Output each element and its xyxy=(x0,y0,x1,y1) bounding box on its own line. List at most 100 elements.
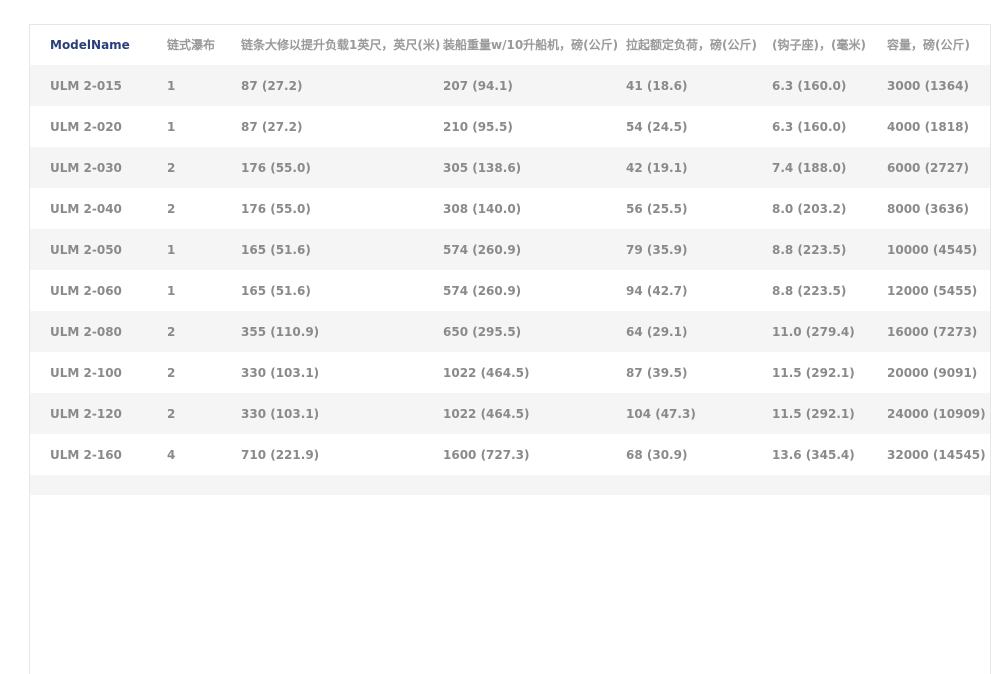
chain-overhaul-cell: 176 (55.0) xyxy=(241,202,311,216)
header-pull-to-lift: 拉起额定负荷，磅(公斤) xyxy=(626,38,757,52)
capacity-cell: 6000 (2727) xyxy=(887,161,969,175)
capacity-cell: 24000 (10909) xyxy=(887,407,986,421)
shipping-weight-cell: 650 (295.5) xyxy=(443,325,522,339)
shipping-weight-cell: 207 (94.1) xyxy=(443,79,513,93)
hook-seat-cell: 8.8 (223.5) xyxy=(772,243,847,257)
header-chain-overhaul: 链条大修以提升负载1英尺，英尺(米) xyxy=(241,38,441,52)
header-hook-seat: (钩子座)，(毫米) xyxy=(772,38,866,52)
shipping-weight-cell: 574 (260.9) xyxy=(443,243,522,257)
chain-falls-cell: 1 xyxy=(167,284,176,298)
table-row: ULM 2-050 1 165 (51.6) 574 (260.9) 79 (35.9)… xyxy=(30,229,990,270)
chain-overhaul-cell: 355 (110.9) xyxy=(241,325,320,339)
chain-falls-cell: 4 xyxy=(167,448,176,462)
chain-falls-cell: 1 xyxy=(167,243,176,257)
table-row: ULM 2-100 2 330 (103.1) 1022 (464.5) 87 (39.… xyxy=(30,352,990,393)
capacity-cell: 20000 (9091) xyxy=(887,366,978,380)
chain-falls-cell: 2 xyxy=(167,407,176,421)
chain-overhaul-cell: 87 (27.2) xyxy=(241,120,303,134)
capacity-cell: 8000 (3636) xyxy=(887,202,969,216)
pull-to-lift-cell: 94 (42.7) xyxy=(626,284,688,298)
specs-table-container: ModelName 链式瀑布 链条大修以提升负载1英尺，英尺(米) 装船重量w/… xyxy=(29,24,991,674)
model-cell xyxy=(30,475,167,495)
header-model-name: ModelName xyxy=(50,38,130,52)
table-body: ULM 2-015 1 87 (27.2) 207 (94.1) 41 (18.6) 6.… xyxy=(30,65,990,495)
capacity-cell: 32000 (14545) xyxy=(887,448,986,462)
shipping-weight-cell: 308 (140.0) xyxy=(443,202,522,216)
chain-overhaul-cell: 330 (103.1) xyxy=(241,366,320,380)
pull-to-lift-cell: 87 (39.5) xyxy=(626,366,688,380)
shipping-weight-cell: 574 (260.9) xyxy=(443,284,522,298)
chain-falls-cell: 2 xyxy=(167,161,176,175)
chain-overhaul-cell: 710 (221.9) xyxy=(241,448,320,462)
model-cell: ULM 2-020 xyxy=(50,120,122,134)
table-row xyxy=(30,475,990,495)
shipping-weight-cell: 1600 (727.3) xyxy=(443,448,530,462)
hook-seat-cell: 11.5 (292.1) xyxy=(772,407,855,421)
header-row: ModelName 链式瀑布 链条大修以提升负载1英尺，英尺(米) 装船重量w/… xyxy=(30,25,990,65)
model-cell: ULM 2-080 xyxy=(50,325,122,339)
pull-to-lift-cell: 68 (30.9) xyxy=(626,448,688,462)
header-chain-falls: 链式瀑布 xyxy=(167,38,216,52)
shipping-weight-cell: 305 (138.6) xyxy=(443,161,522,175)
chain-overhaul-cell: 176 (55.0) xyxy=(241,161,311,175)
hook-seat-cell: 8.0 (203.2) xyxy=(772,202,847,216)
header-capacity: 容量，磅(公斤) xyxy=(887,38,970,52)
pull-to-lift-cell: 64 (29.1) xyxy=(626,325,688,339)
chain-falls-cell: 2 xyxy=(167,366,176,380)
pull-to-lift-cell: 104 (47.3) xyxy=(626,407,696,421)
specs-table: ModelName 链式瀑布 链条大修以提升负载1英尺，英尺(米) 装船重量w/… xyxy=(30,25,990,495)
table-row: ULM 2-015 1 87 (27.2) 207 (94.1) 41 (18.6) 6.… xyxy=(30,65,990,106)
model-cell: ULM 2-160 xyxy=(50,448,122,462)
chain-falls-cell: 1 xyxy=(167,120,176,134)
chain-overhaul-cell: 330 (103.1) xyxy=(241,407,320,421)
capacity-cell: 3000 (1364) xyxy=(887,79,969,93)
capacity-cell: 16000 (7273) xyxy=(887,325,978,339)
pull-to-lift-cell: 42 (19.1) xyxy=(626,161,688,175)
table-row: ULM 2-080 2 355 (110.9) 650 (295.5) 64 (29.1… xyxy=(30,311,990,352)
model-cell: ULM 2-060 xyxy=(50,284,122,298)
hook-seat-cell: 11.0 (279.4) xyxy=(772,325,855,339)
hook-seat-cell: 6.3 (160.0) xyxy=(772,79,847,93)
chain-overhaul-cell: 165 (51.6) xyxy=(241,243,311,257)
model-cell: ULM 2-100 xyxy=(50,366,122,380)
hook-seat-cell: 11.5 (292.1) xyxy=(772,366,855,380)
pull-to-lift-cell: 56 (25.5) xyxy=(626,202,688,216)
pull-to-lift-cell: 54 (24.5) xyxy=(626,120,688,134)
shipping-weight-cell: 210 (95.5) xyxy=(443,120,513,134)
model-cell: ULM 2-120 xyxy=(50,407,122,421)
chain-falls-cell: 2 xyxy=(167,202,176,216)
capacity-cell: 12000 (5455) xyxy=(887,284,978,298)
chain-falls-cell: 1 xyxy=(167,79,176,93)
chain-falls-cell xyxy=(167,475,241,495)
hook-seat-cell: 8.8 (223.5) xyxy=(772,284,847,298)
capacity-cell: 10000 (4545) xyxy=(887,243,978,257)
capacity-cell: 4000 (1818) xyxy=(887,120,969,134)
table-row: ULM 2-040 2 176 (55.0) 308 (140.0) 56 (25.5)… xyxy=(30,188,990,229)
table-row: ULM 2-060 1 165 (51.6) 574 (260.9) 94 (42.7)… xyxy=(30,270,990,311)
hook-seat-cell xyxy=(772,475,887,495)
table-row: ULM 2-020 1 87 (27.2) 210 (95.5) 54 (24.5) 6.… xyxy=(30,106,990,147)
table-header: ModelName 链式瀑布 链条大修以提升负载1英尺，英尺(米) 装船重量w/… xyxy=(30,25,990,65)
table-row: ULM 2-120 2 330 (103.1) 1022 (464.5) 104 (47… xyxy=(30,393,990,434)
capacity-cell xyxy=(887,475,990,495)
pull-to-lift-cell: 41 (18.6) xyxy=(626,79,688,93)
pull-to-lift-cell xyxy=(626,475,772,495)
model-cell: ULM 2-050 xyxy=(50,243,122,257)
shipping-weight-cell: 1022 (464.5) xyxy=(443,407,530,421)
hook-seat-cell: 13.6 (345.4) xyxy=(772,448,855,462)
chain-overhaul-cell: 165 (51.6) xyxy=(241,284,311,298)
shipping-weight-cell xyxy=(443,475,626,495)
table-row: ULM 2-160 4 710 (221.9) 1600 (727.3) 68 (30.… xyxy=(30,434,990,475)
hook-seat-cell: 7.4 (188.0) xyxy=(772,161,847,175)
header-shipping-weight: 装船重量w/10升船机，磅(公斤) xyxy=(443,38,619,52)
chain-falls-cell: 2 xyxy=(167,325,176,339)
chain-overhaul-cell: 87 (27.2) xyxy=(241,79,303,93)
hook-seat-cell: 6.3 (160.0) xyxy=(772,120,847,134)
chain-overhaul-cell xyxy=(241,475,443,495)
model-cell: ULM 2-040 xyxy=(50,202,122,216)
shipping-weight-cell: 1022 (464.5) xyxy=(443,366,530,380)
model-cell: ULM 2-030 xyxy=(50,161,122,175)
table-row: ULM 2-030 2 176 (55.0) 305 (138.6) 42 (19.1)… xyxy=(30,147,990,188)
model-cell: ULM 2-015 xyxy=(50,79,122,93)
pull-to-lift-cell: 79 (35.9) xyxy=(626,243,688,257)
